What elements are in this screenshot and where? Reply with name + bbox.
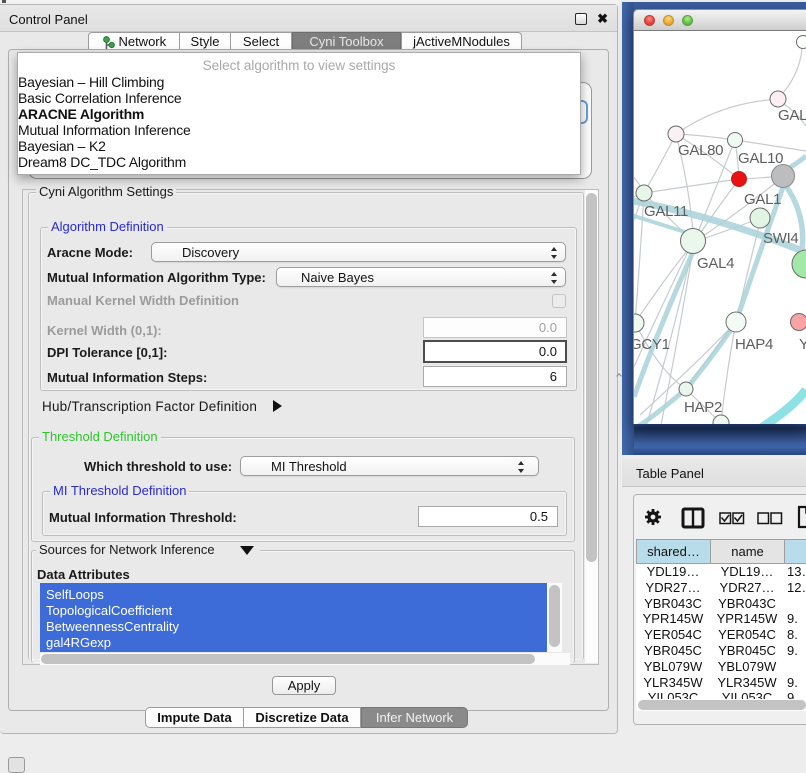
- svg-text:GAL4: GAL4: [697, 255, 734, 272]
- svg-text:GAL1: GAL1: [744, 191, 781, 208]
- svg-text:SWI4: SWI4: [763, 230, 798, 247]
- svg-text:GAL2: GAL2: [778, 107, 806, 124]
- svg-text:Y: Y: [799, 336, 806, 353]
- svg-text:HAP4: HAP4: [735, 336, 773, 353]
- svg-text:HAP2: HAP2: [684, 399, 722, 416]
- svg-text:GAL10: GAL10: [738, 150, 783, 167]
- svg-text:GCY1: GCY1: [634, 336, 670, 353]
- svg-text:GAL11: GAL11: [644, 203, 688, 220]
- svg-text:GAL80: GAL80: [678, 142, 723, 159]
